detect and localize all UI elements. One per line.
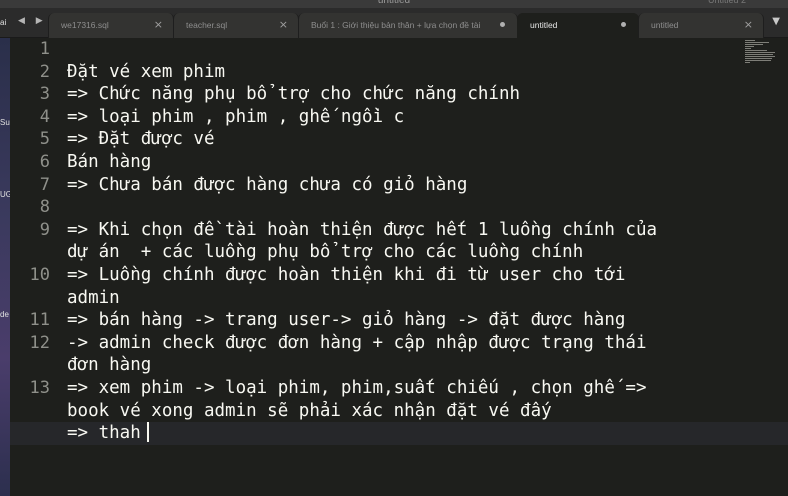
tab-label: untitled <box>530 20 558 30</box>
code-line[interactable]: => loại phim , phim , ghế ngồi c <box>67 106 404 129</box>
line-number: 11 <box>29 310 50 331</box>
minimap[interactable] <box>745 40 777 66</box>
desktop-label: Su <box>0 118 10 127</box>
tab-label: teacher.sql <box>186 20 228 30</box>
code-line[interactable]: => Đặt được vé <box>67 128 215 151</box>
line-number: 8 <box>39 197 50 218</box>
close-icon[interactable]: × <box>154 18 163 31</box>
chevron-down-icon[interactable]: ▼ <box>772 16 780 27</box>
code-line[interactable]: => thah <box>67 422 149 445</box>
code-line[interactable]: book vé xong admin sẽ phải xác nhận đặt … <box>67 400 552 423</box>
code-line[interactable]: => Luồng chính được hoàn thiện khi đi từ… <box>67 264 625 287</box>
tab-buoi-1[interactable]: Buổi 1 : Giới thiệu bản thân + lựa chọn … <box>298 13 518 38</box>
text-editor[interactable]: 1234567891011121314 Đặt vé xem phim=> Ch… <box>10 38 788 496</box>
line-number: 1 <box>39 39 50 59</box>
tab-bar: ◀ ▶ we17316.sql × teacher.sql × Buổi 1 :… <box>0 8 788 38</box>
code-line[interactable]: dự án + các luồng phụ bổ trợ cho các luồ… <box>67 241 583 264</box>
line-number: 4 <box>39 106 50 127</box>
line-number: 3 <box>39 84 50 105</box>
window-title: untitled <box>377 0 411 6</box>
tab-untitled-2[interactable]: untitled × <box>638 13 764 38</box>
code-line[interactable]: => xem phim -> loại phim, phim,suất chiế… <box>67 377 646 400</box>
line-number: 6 <box>39 152 50 172</box>
tab-nav-arrows-icon[interactable]: ◀ ▶ <box>18 16 47 26</box>
text-cursor <box>146 422 149 443</box>
line-number: 7 <box>39 174 50 195</box>
code-line[interactable]: => Khi chọn đề tài hoàn thiện được hết 1… <box>67 219 657 242</box>
code-line[interactable]: -> admin check được đơn hàng + cập nhập … <box>67 332 646 355</box>
line-number: 2 <box>39 61 50 82</box>
code-line[interactable]: Đặt vé xem phim <box>67 61 225 84</box>
title-bar: untitled Untitled 2 <box>0 0 788 8</box>
code-line[interactable]: Bán hàng <box>67 151 151 174</box>
unsaved-dot-icon <box>621 22 626 27</box>
desktop-background-strip: ai Su UG de <box>0 18 10 496</box>
close-icon[interactable]: × <box>744 18 753 31</box>
close-icon[interactable]: × <box>279 18 288 31</box>
code-line[interactable]: => bán hàng -> trang user-> giỏ hàng -> … <box>67 309 625 332</box>
desktop-label: ai <box>0 18 7 27</box>
line-number: 12 <box>29 332 50 353</box>
code-line[interactable]: admin <box>67 287 120 310</box>
tab-teacher-sql[interactable]: teacher.sql × <box>173 13 299 38</box>
unsaved-dot-icon <box>500 22 505 27</box>
desktop-label: UG <box>0 190 10 199</box>
line-number: 10 <box>29 265 50 285</box>
window-corner-text: Untitled 2 <box>708 0 747 5</box>
code-line[interactable]: đơn hàng <box>67 354 151 377</box>
desktop-label: de <box>0 310 9 319</box>
tab-label: Buổi 1 : Giới thiệu bản thân + lựa chọn … <box>311 20 481 30</box>
tab-label: untitled <box>651 20 679 30</box>
tab-we17316-sql[interactable]: we17316.sql × <box>48 13 174 38</box>
tab-label: we17316.sql <box>61 20 109 30</box>
line-number: 9 <box>39 219 50 240</box>
line-number: 13 <box>29 378 50 398</box>
line-number: 5 <box>39 129 50 150</box>
code-line[interactable]: => Chưa bán được hàng chưa có giỏ hàng <box>67 174 467 197</box>
code-line[interactable]: => Chức năng phụ bổ trợ cho chức năng ch… <box>67 83 520 106</box>
tab-untitled-active[interactable]: untitled <box>517 13 639 38</box>
